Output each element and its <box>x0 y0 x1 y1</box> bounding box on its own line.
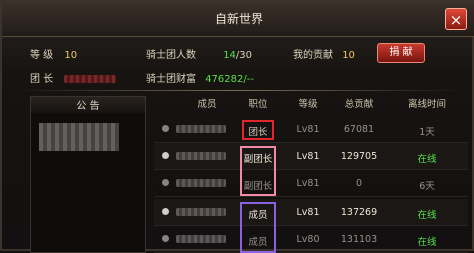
row-level: Lv80 <box>296 234 320 245</box>
row-offline: 1天 <box>419 127 435 138</box>
my-contribution-value: 10 <box>342 50 355 61</box>
leader-role-highlight <box>242 120 274 140</box>
row-offline: 在线 <box>417 237 437 248</box>
guild-window: 自新世界 × 等 级 10 团 长 骑士团人数 14/30 骑士团财富 4762… <box>0 0 474 253</box>
row-level: Lv81 <box>296 178 320 189</box>
row-contribution: 0 <box>355 178 363 189</box>
my-contribution-label: 我的贡献 <box>293 50 333 61</box>
row-select-radio[interactable] <box>162 208 169 215</box>
wealth-label: 骑士团财富 <box>146 74 196 85</box>
table-row[interactable]: 团长 Lv81 67081 1天 <box>154 116 468 143</box>
wealth-info: 骑士团财富 476282/-- <box>146 70 254 85</box>
wealth-suffix: /-- <box>243 74 254 85</box>
my-contribution-info: 我的贡献 10 <box>293 46 355 61</box>
member-name-blurred <box>176 179 226 187</box>
row-select-radio[interactable] <box>162 125 169 132</box>
row-offline: 6天 <box>419 181 435 192</box>
row-select-radio[interactable] <box>162 235 169 242</box>
row-contribution: 131103 <box>340 234 378 245</box>
row-level: Lv81 <box>296 151 320 162</box>
row-offline: 在线 <box>417 210 437 221</box>
row-contribution: 67081 <box>343 124 375 135</box>
header-role: 职位 <box>248 99 268 110</box>
vice-leader-role-highlight <box>240 146 276 196</box>
member-count-info: 骑士团人数 14/30 <box>146 46 252 61</box>
row-select-radio[interactable] <box>162 152 169 159</box>
leader-label: 团 长 <box>30 74 54 85</box>
wealth-value: 476282 <box>205 74 244 85</box>
row-contribution: 129705 <box>340 151 378 162</box>
member-table: 成员 职位 等级 总贡献 离线时间 团长 Lv81 67081 1天 副团长 L… <box>154 96 468 253</box>
close-button[interactable]: × <box>445 8 467 30</box>
table-row[interactable]: 成员 Lv81 137269 在线 <box>154 199 468 226</box>
header-member: 成员 <box>197 99 217 110</box>
level-info: 等 级 10 <box>30 46 77 61</box>
row-select-radio[interactable] <box>162 179 169 186</box>
header-level: 等级 <box>298 99 318 110</box>
member-name-blurred <box>176 235 226 243</box>
member-count-label: 骑士团人数 <box>146 50 196 61</box>
title-bar: 自新世界 <box>2 2 474 37</box>
notice-title: 公 告 <box>31 97 145 113</box>
row-contribution: 137269 <box>340 207 378 218</box>
notice-content-blurred <box>39 123 119 151</box>
donate-button[interactable]: 捐 献 <box>377 43 425 63</box>
header-offline-time: 离线时间 <box>407 99 446 110</box>
row-level: Lv81 <box>296 207 320 218</box>
header-contribution: 总贡献 <box>344 99 374 110</box>
level-value: 10 <box>64 50 78 61</box>
level-label: 等 级 <box>30 50 54 61</box>
member-name-blurred <box>176 125 226 133</box>
member-name-blurred <box>176 208 226 216</box>
row-level: Lv81 <box>296 124 320 135</box>
notice-panel: 公 告 <box>30 96 146 253</box>
member-role-highlight <box>240 202 276 253</box>
table-row[interactable]: 成员 Lv80 131103 在线 <box>154 226 468 253</box>
table-row[interactable]: 副团长 Lv81 129705 在线 <box>154 143 468 170</box>
member-name-blurred <box>176 152 226 160</box>
member-count-current: 14 <box>223 50 236 61</box>
window-title: 自新世界 <box>214 12 263 26</box>
leader-name-blurred <box>64 75 117 83</box>
row-offline: 在线 <box>417 154 437 165</box>
divider <box>12 90 466 91</box>
table-row[interactable]: 副团长 Lv81 0 6天 <box>154 170 468 197</box>
member-count-max: /30 <box>235 50 253 61</box>
leader-info: 团 长 <box>30 70 117 85</box>
